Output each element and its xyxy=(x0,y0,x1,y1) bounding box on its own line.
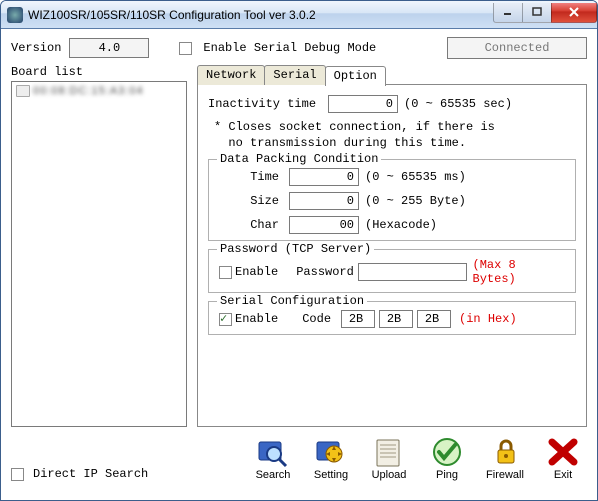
tab-network[interactable]: Network xyxy=(197,65,265,85)
password-hint: (Max 8 Bytes) xyxy=(473,258,565,286)
window-title: WIZ100SR/105SR/110SR Configuration Tool … xyxy=(28,8,494,22)
setting-button[interactable]: Setting xyxy=(307,435,355,481)
search-button[interactable]: Search xyxy=(249,435,297,481)
serial-code-1[interactable]: 2B xyxy=(379,310,413,328)
pack-time-label: Time xyxy=(219,170,279,184)
serial-enable-label: Enable xyxy=(235,312,278,326)
close-button[interactable] xyxy=(551,3,597,23)
pack-size-hint: (0 ~ 255 Byte) xyxy=(365,194,466,208)
password-label: Password xyxy=(296,265,354,279)
toolbar: Search Setting Upload xyxy=(249,435,587,481)
debug-checkbox[interactable] xyxy=(179,42,192,55)
serial-config-legend: Serial Configuration xyxy=(217,294,367,308)
board-list[interactable]: 00:08:DC:15:A3:04 xyxy=(11,81,187,427)
pack-char-label: Char xyxy=(219,218,279,232)
upload-label: Upload xyxy=(372,469,407,481)
serial-enable-checkbox[interactable] xyxy=(219,313,232,326)
exit-icon xyxy=(545,435,581,469)
serial-code-0[interactable]: 2B xyxy=(341,310,375,328)
password-input[interactable] xyxy=(358,263,467,281)
firewall-label: Firewall xyxy=(486,469,524,481)
device-icon xyxy=(16,85,30,97)
upload-button[interactable]: Upload xyxy=(365,435,413,481)
inactivity-input[interactable]: 0 xyxy=(328,95,398,113)
pack-size-label: Size xyxy=(219,194,279,208)
pack-time-input[interactable]: 0 xyxy=(289,168,359,186)
connection-status: Connected xyxy=(447,37,587,59)
ping-label: Ping xyxy=(436,469,458,481)
data-packing-group: Data Packing Condition Time 0 (0 ~ 65535… xyxy=(208,159,576,241)
serial-code-hint: (in Hex) xyxy=(459,312,517,326)
firewall-button[interactable]: Firewall xyxy=(481,435,529,481)
direct-ip-checkbox[interactable] xyxy=(11,468,24,481)
pack-size-input[interactable]: 0 xyxy=(289,192,359,210)
titlebar[interactable]: WIZ100SR/105SR/110SR Configuration Tool … xyxy=(1,1,597,29)
version-value: 4.0 xyxy=(69,38,149,58)
app-icon xyxy=(7,7,23,23)
serial-code-label: Code xyxy=(302,312,331,326)
tab-option[interactable]: Option xyxy=(325,66,386,86)
pack-time-hint: (0 ~ 65535 ms) xyxy=(365,170,466,184)
upload-icon xyxy=(371,435,407,469)
exit-button[interactable]: Exit xyxy=(539,435,587,481)
inactivity-hint: (0 ~ 65535 sec) xyxy=(404,97,512,111)
setting-label: Setting xyxy=(314,469,348,481)
setting-icon xyxy=(313,435,349,469)
app-window: WIZ100SR/105SR/110SR Configuration Tool … xyxy=(0,0,598,501)
board-list-item[interactable]: 00:08:DC:15:A3:04 xyxy=(14,84,184,98)
tab-serial[interactable]: Serial xyxy=(264,65,325,85)
serial-config-group: Serial Configuration Enable Code 2B 2B 2… xyxy=(208,301,576,335)
search-icon xyxy=(255,435,291,469)
ping-button[interactable]: Ping xyxy=(423,435,471,481)
inactivity-note: * Closes socket connection, if there is … xyxy=(214,119,576,151)
search-label: Search xyxy=(256,469,291,481)
ping-icon xyxy=(429,435,465,469)
data-packing-legend: Data Packing Condition xyxy=(217,152,381,166)
password-enable-checkbox[interactable] xyxy=(219,266,232,279)
pack-char-hint: (Hexacode) xyxy=(365,218,437,232)
exit-label: Exit xyxy=(554,469,572,481)
password-enable-label: Enable xyxy=(235,265,278,279)
serial-code-2[interactable]: 2B xyxy=(417,310,451,328)
firewall-icon xyxy=(487,435,523,469)
board-mac: 00:08:DC:15:A3:04 xyxy=(33,85,144,97)
password-legend: Password (TCP Server) xyxy=(217,242,374,256)
minimize-button[interactable] xyxy=(493,3,523,23)
inactivity-label: Inactivity time xyxy=(208,97,328,111)
password-group: Password (TCP Server) Enable Password (M… xyxy=(208,249,576,293)
pack-char-input[interactable]: 00 xyxy=(289,216,359,234)
board-list-label: Board list xyxy=(11,65,187,79)
option-panel: Inactivity time 0 (0 ~ 65535 sec) * Clos… xyxy=(197,84,587,427)
debug-label: Enable Serial Debug Mode xyxy=(203,41,376,55)
version-label: Version xyxy=(11,41,61,55)
direct-ip-label: Direct IP Search xyxy=(33,467,148,481)
maximize-button[interactable] xyxy=(522,3,552,23)
